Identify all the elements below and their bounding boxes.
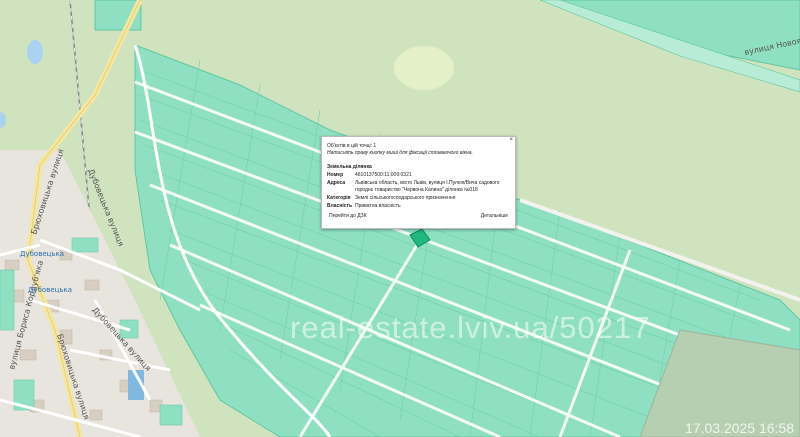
clearing [394, 46, 454, 90]
close-icon[interactable]: × [509, 137, 513, 144]
row-key: Категорія [327, 195, 351, 201]
watermark: real-estate.lviv.ua/50217 [290, 310, 651, 345]
bus-stop-label-2: Дубовецька [28, 286, 72, 294]
row-key: Власність [327, 203, 353, 209]
row-value: Землі сільськогосподарського призначення [355, 195, 456, 201]
bus-stop-label-1: Дубовецька [20, 250, 64, 258]
go-to-dzk-link[interactable]: Перейти до ДЗК [329, 213, 367, 220]
objects-count: Об'єктів в цій точці: 1 [327, 143, 377, 149]
row-value: 4610137500:11:009:0321 [355, 172, 412, 178]
popup-hint: Натисніть праву кнопку миші для фіксації… [327, 150, 473, 156]
row-value: Львівська область, місто Львів, вулиця І… [355, 180, 500, 193]
row-value: Приватна власність [355, 203, 401, 209]
parcel-info-popup: × Об'єктів в цій точці: 1 Натисніть прав… [321, 136, 516, 229]
row-key: Адреса [327, 180, 346, 186]
pond [27, 40, 43, 64]
timestamp: 17.03.2025 16:58 [685, 420, 794, 436]
row-key: Номер [327, 172, 344, 178]
popup-section-title: Земельна ділянка [327, 164, 372, 170]
details-link[interactable]: Детальніше [481, 213, 508, 220]
